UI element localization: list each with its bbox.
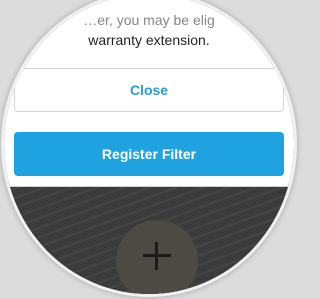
close-button[interactable]: Close xyxy=(14,68,284,112)
message-line-1: …er, you may be elig xyxy=(83,12,215,28)
register-filter-label: Register Filter xyxy=(101,146,197,162)
dialog: …er, you may be elig warranty extension.… xyxy=(4,0,294,187)
magnified-view: …er, you may be elig warranty extension.… xyxy=(4,0,294,294)
plus-icon xyxy=(143,242,171,270)
register-filter-button[interactable]: Register Filter xyxy=(14,132,284,176)
message-line-2: warranty extension. xyxy=(88,32,210,48)
dialog-message: …er, you may be elig warranty extension. xyxy=(4,10,294,50)
close-button-label: Close xyxy=(129,82,169,98)
add-button[interactable] xyxy=(116,220,198,294)
